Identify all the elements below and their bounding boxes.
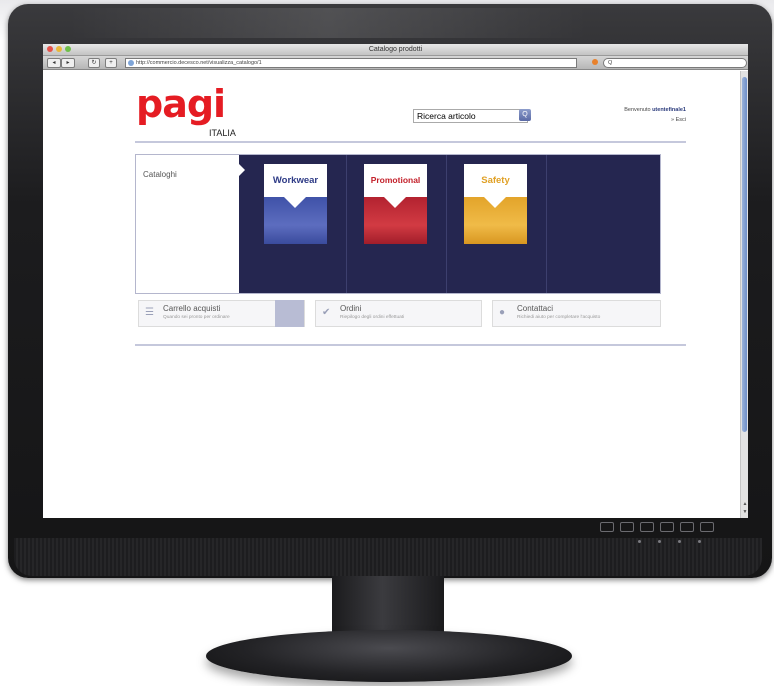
monitor-base <box>206 630 572 682</box>
indicator-dot <box>638 540 641 543</box>
logout-link[interactable]: » Esci <box>646 117 686 123</box>
catalog-label: Cataloghi <box>143 170 177 179</box>
scroll-up-arrow[interactable]: ▲ <box>742 501 748 507</box>
check-icon: ✔ <box>322 307 331 318</box>
footer-divider <box>135 344 686 346</box>
monitor-control-button[interactable] <box>620 522 634 532</box>
cart-icon: ☰ <box>145 307 154 318</box>
username-link[interactable]: utentefinale1 <box>652 107 686 113</box>
rss-icon[interactable] <box>592 59 598 65</box>
monitor-control-button[interactable] <box>680 522 694 532</box>
monitor-speaker-bar <box>14 538 762 576</box>
scrollbar-thumb[interactable] <box>742 77 747 432</box>
reload-button[interactable]: ↻ <box>88 58 100 68</box>
card-title: Promotional <box>364 164 427 197</box>
catalog-card-promotional[interactable]: Promotional <box>364 164 427 244</box>
article-search-input[interactable]: Ricerca articolo <box>413 109 528 123</box>
column-divider <box>446 155 447 293</box>
browser-toolbar: ◂ ▸ ↻ + http://commercio.decesco.net/vis… <box>43 56 748 70</box>
pagi-logo[interactable]: pagi <box>136 85 226 123</box>
back-button[interactable]: ◂ <box>47 58 61 68</box>
header-divider <box>135 141 686 143</box>
indicator-dot <box>678 540 681 543</box>
speech-bubble-icon: ● <box>499 307 506 318</box>
cart-subtitle: Quando sei pronto per ordinare <box>163 315 230 320</box>
catalog-pointer <box>238 163 245 177</box>
window-title: Catalogo prodotti <box>368 46 423 53</box>
monitor-gloss <box>68 8 588 38</box>
scroll-down-arrow[interactable]: ▼ <box>742 509 748 515</box>
contact-button[interactable]: ● Contattaci Richiedi aiuto per completa… <box>492 300 661 327</box>
column-divider <box>546 155 547 293</box>
catalog-panel: Cataloghi Workwear Promotional Safety <box>135 154 661 294</box>
monitor-control-button[interactable] <box>700 522 714 532</box>
monitor-controls <box>600 522 714 532</box>
card-title: Safety <box>464 164 527 197</box>
orders-button[interactable]: ✔ Ordini Riepilogo degli ordini effettua… <box>315 300 482 327</box>
catalog-sidebar: Cataloghi <box>136 155 239 293</box>
card-notch <box>484 197 506 208</box>
monitor-control-button[interactable] <box>660 522 674 532</box>
search-button[interactable]: Q <box>519 109 531 121</box>
orders-subtitle: Riepilogo degli ordini effettuati <box>340 315 405 320</box>
page-content: pagi ITALIA Ricerca articolo Q Benvenuto… <box>43 71 740 518</box>
column-divider <box>346 155 347 293</box>
card-notch <box>284 197 306 208</box>
orders-title: Ordini <box>340 304 362 313</box>
indicator-dot <box>658 540 661 543</box>
search-icon: Q <box>608 60 613 66</box>
browser-search-field[interactable]: Q <box>603 58 747 68</box>
contact-subtitle: Richiedi aiuto per completare l'acquisto <box>517 315 601 320</box>
card-notch <box>384 197 406 208</box>
welcome-prefix: Benvenuto <box>624 107 653 113</box>
address-url: http://commercio.decesco.net/visualizza_… <box>136 60 262 66</box>
card-title: Workwear <box>264 164 327 197</box>
welcome-text: Benvenuto utentefinale1 <box>566 107 686 113</box>
window-titlebar: Catalogo prodotti <box>43 44 748 56</box>
add-bookmark-button[interactable]: + <box>105 58 117 68</box>
forward-button[interactable]: ▸ <box>61 58 75 68</box>
address-bar[interactable]: http://commercio.decesco.net/visualizza_… <box>125 58 577 68</box>
contact-title: Contattaci <box>517 304 554 313</box>
catalog-card-safety[interactable]: Safety <box>464 164 527 244</box>
logo-subtitle: ITALIA <box>209 128 236 138</box>
cart-title: Carrello acquisti <box>163 304 221 313</box>
monitor-control-button[interactable] <box>640 522 654 532</box>
vertical-scrollbar[interactable]: ▲ ▼ <box>740 71 748 518</box>
indicator-dot <box>698 540 701 543</box>
cart-highlight <box>275 300 304 327</box>
catalog-card-workwear[interactable]: Workwear <box>264 164 327 244</box>
globe-icon <box>128 60 134 66</box>
cart-button[interactable]: ☰ Carrello acquisti Quando sei pronto pe… <box>138 300 305 327</box>
monitor-control-button[interactable] <box>600 522 614 532</box>
screen: Catalogo prodotti ◂ ▸ ↻ + http://commerc… <box>43 44 748 518</box>
